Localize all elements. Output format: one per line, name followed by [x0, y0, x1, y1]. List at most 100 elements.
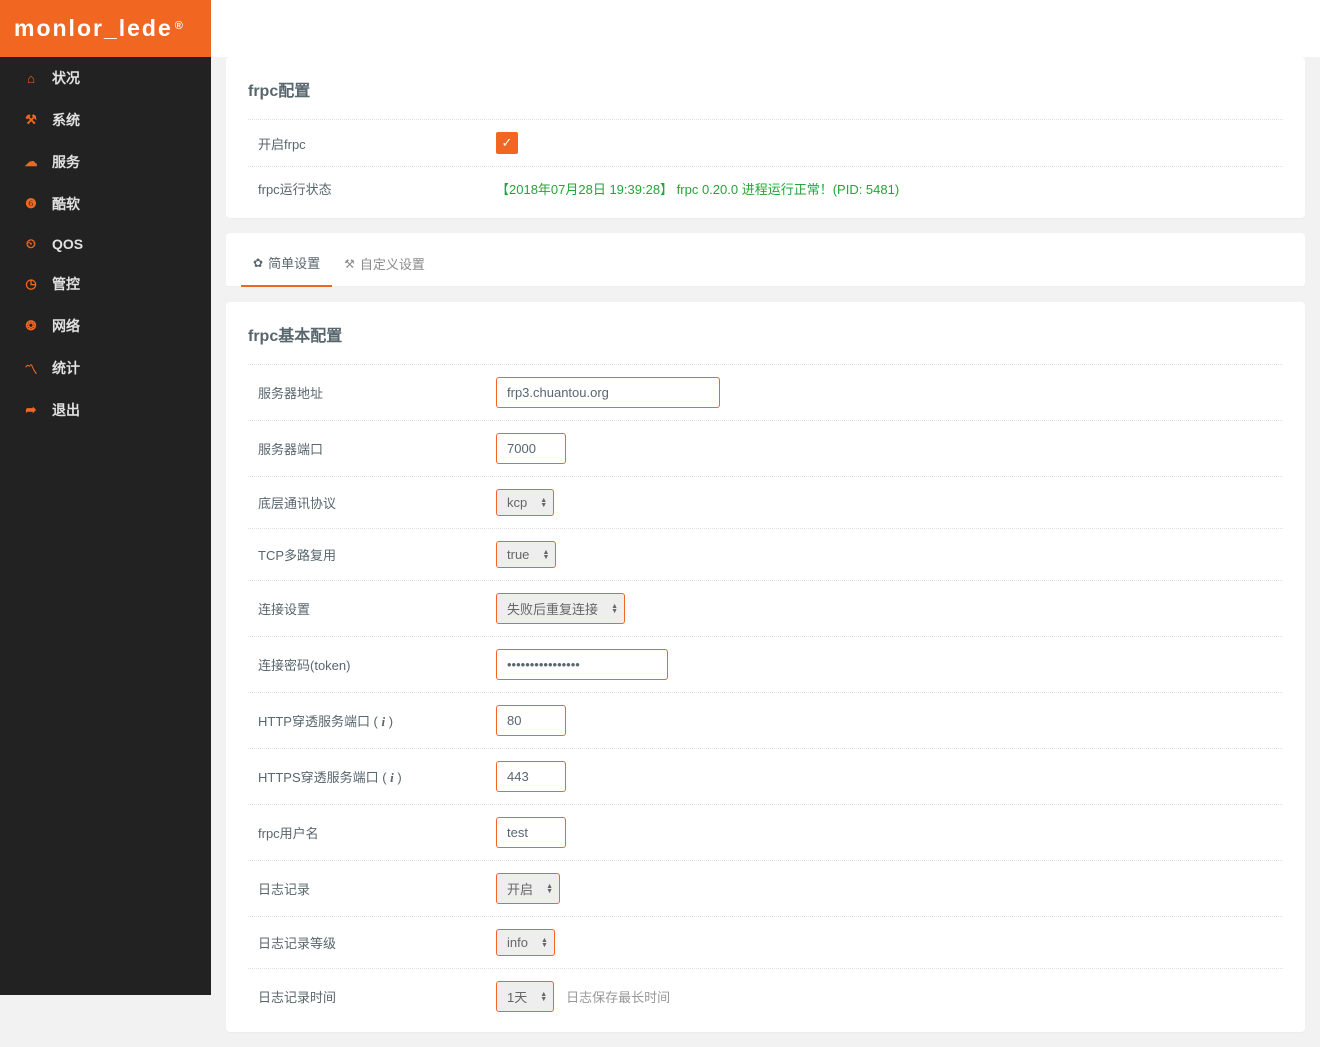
sidebar-item-0[interactable]: ⌂ 状况	[0, 57, 211, 99]
main-content: frpc配置 开启frpc ✓ frpc运行状态 【2018年07月28日 19…	[211, 57, 1320, 1047]
tools-icon: ⚒	[24, 112, 38, 128]
sidebar-item-1[interactable]: ⚒ 系统	[0, 99, 211, 141]
panel-title: frpc配置	[248, 77, 1283, 101]
tab-custom[interactable]: ⚒ 自定义设置	[332, 245, 437, 287]
sidebar-item-5[interactable]: ◷ 管控	[0, 263, 211, 305]
chevron-updown-icon: ▲▼	[541, 938, 548, 948]
row-token: 连接密码(token)	[248, 636, 1283, 692]
row-log: 日志记录 开启 ▲▼	[248, 860, 1283, 916]
label-frpc-status: frpc运行状态	[248, 179, 496, 198]
checkbox-enable-frpc[interactable]: ✓	[496, 132, 518, 154]
input-http-port[interactable]	[496, 705, 566, 736]
chevron-updown-icon: ▲▼	[540, 992, 547, 1002]
input-user[interactable]	[496, 817, 566, 848]
row-conn-setting: 连接设置 失败后重复连接 ▲▼	[248, 580, 1283, 636]
label-https-port: HTTPS穿透服务端口 ( i )	[248, 767, 496, 786]
sidebar-item-3[interactable]: ❻ 酷软	[0, 183, 211, 225]
brand-logo[interactable]: monlor_lede®	[0, 0, 211, 57]
select-log-days-value: 1天	[507, 987, 527, 1006]
input-https-port[interactable]	[496, 761, 566, 792]
select-log-level-value: info	[507, 935, 528, 950]
row-frpc-status: frpc运行状态 【2018年07月28日 19:39:28】 frpc 0.2…	[248, 166, 1283, 210]
label-http-port: HTTP穿透服务端口 ( i )	[248, 711, 496, 730]
chevron-updown-icon: ▲▼	[611, 604, 618, 614]
sidebar-item-2[interactable]: ☁ 服务	[0, 141, 211, 183]
panel-title-basic: frpc基本配置	[248, 322, 1283, 346]
row-protocol: 底层通讯协议 kcp ▲▼	[248, 476, 1283, 528]
sidebar-item-8[interactable]: ➦ 退出	[0, 389, 211, 431]
row-server-addr: 服务器地址	[248, 364, 1283, 420]
select-tcp-mux[interactable]: true ▲▼	[496, 541, 556, 568]
dashboard-icon: ⏲	[24, 236, 38, 252]
row-log-level: 日志记录等级 info ▲▼	[248, 916, 1283, 968]
select-log-level[interactable]: info ▲▼	[496, 929, 555, 956]
brand-sup: ®	[175, 20, 185, 32]
chart-icon: 〽	[24, 359, 38, 378]
sidebar-item-6[interactable]: ❂ 网络	[0, 305, 211, 347]
tab-custom-label: 自定义设置	[360, 254, 425, 273]
input-token[interactable]	[496, 649, 668, 680]
select-conn-setting[interactable]: 失败后重复连接 ▲▼	[496, 593, 625, 624]
sidebar-item-label: 网络	[52, 316, 80, 336]
tabs: ✿ 简单设置 ⚒ 自定义设置	[226, 233, 1305, 287]
home-icon: ⌂	[24, 71, 38, 86]
label-server-port: 服务器端口	[248, 439, 496, 458]
weibo-icon: ❻	[24, 196, 38, 212]
logout-icon: ➦	[24, 402, 38, 418]
status-text: 【2018年07月28日 19:39:28】 frpc 0.20.0 进程运行正…	[496, 182, 899, 197]
panel-frpc-basic: frpc基本配置 服务器地址 服务器端口 底层通讯协议 kcp ▲▼ TCP多路…	[226, 302, 1305, 1032]
brand-text: monlor_lede	[14, 15, 173, 42]
select-log-days[interactable]: 1天 ▲▼	[496, 981, 554, 1012]
row-enable-frpc: 开启frpc ✓	[248, 119, 1283, 166]
row-server-port: 服务器端口	[248, 420, 1283, 476]
row-user: frpc用户名	[248, 804, 1283, 860]
label-log-days: 日志记录时间	[248, 987, 496, 1006]
gear-icon: ✿	[253, 256, 263, 270]
sidebar-item-label: 系统	[52, 110, 80, 130]
topbar	[211, 0, 1320, 57]
check-icon: ✓	[502, 135, 513, 151]
sidebar-item-7[interactable]: 〽统计	[0, 347, 211, 389]
tab-simple-label: 简单设置	[268, 253, 320, 272]
tab-simple[interactable]: ✿ 简单设置	[241, 245, 332, 287]
label-log: 日志记录	[248, 879, 496, 898]
globe-icon: ❂	[24, 318, 38, 334]
sidebar-item-label: 酷软	[52, 194, 80, 214]
cloud-icon: ☁	[24, 154, 38, 170]
clock-icon: ◷	[24, 276, 38, 292]
tabs-panel: ✿ 简单设置 ⚒ 自定义设置	[226, 233, 1305, 287]
select-log-value: 开启	[507, 879, 533, 898]
chevron-updown-icon: ▲▼	[542, 550, 549, 560]
sidebar-item-4[interactable]: ⏲ QOS	[0, 225, 211, 263]
input-server-addr[interactable]	[496, 377, 720, 408]
sidebar-item-label: 统计	[52, 358, 80, 378]
label-user: frpc用户名	[248, 823, 496, 842]
tools-icon: ⚒	[344, 257, 355, 271]
select-conn-value: 失败后重复连接	[507, 599, 598, 618]
select-protocol[interactable]: kcp ▲▼	[496, 489, 554, 516]
select-tcp-mux-value: true	[507, 547, 529, 562]
select-log[interactable]: 开启 ▲▼	[496, 873, 560, 904]
sidebar-item-label: 状况	[52, 68, 80, 88]
input-server-port[interactable]	[496, 433, 566, 464]
chevron-updown-icon: ▲▼	[540, 498, 547, 508]
sidebar: ⌂ 状况 ⚒ 系统 ☁ 服务 ❻ 酷软 ⏲ QOS ◷ 管控 ❂ 网络〽统计 ➦ 退出	[0, 57, 211, 995]
row-https-port: HTTPS穿透服务端口 ( i )	[248, 748, 1283, 804]
label-enable-frpc: 开启frpc	[248, 134, 496, 153]
row-tcp-mux: TCP多路复用 true ▲▼	[248, 528, 1283, 580]
label-tcp-mux: TCP多路复用	[248, 545, 496, 564]
label-server-addr: 服务器地址	[248, 383, 496, 402]
row-log-days: 日志记录时间 1天 ▲▼ 日志保存最长时间	[248, 968, 1283, 1024]
log-days-hint: 日志保存最长时间	[566, 990, 670, 1005]
label-token: 连接密码(token)	[248, 655, 496, 674]
sidebar-item-label: QOS	[52, 236, 83, 252]
label-protocol: 底层通讯协议	[248, 493, 496, 512]
chevron-updown-icon: ▲▼	[546, 884, 553, 894]
sidebar-item-label: 管控	[52, 274, 80, 294]
sidebar-item-label: 退出	[52, 400, 80, 420]
select-protocol-value: kcp	[507, 495, 527, 510]
sidebar-item-label: 服务	[52, 152, 80, 172]
label-conn-setting: 连接设置	[248, 599, 496, 618]
row-http-port: HTTP穿透服务端口 ( i )	[248, 692, 1283, 748]
panel-frpc-config: frpc配置 开启frpc ✓ frpc运行状态 【2018年07月28日 19…	[226, 57, 1305, 218]
